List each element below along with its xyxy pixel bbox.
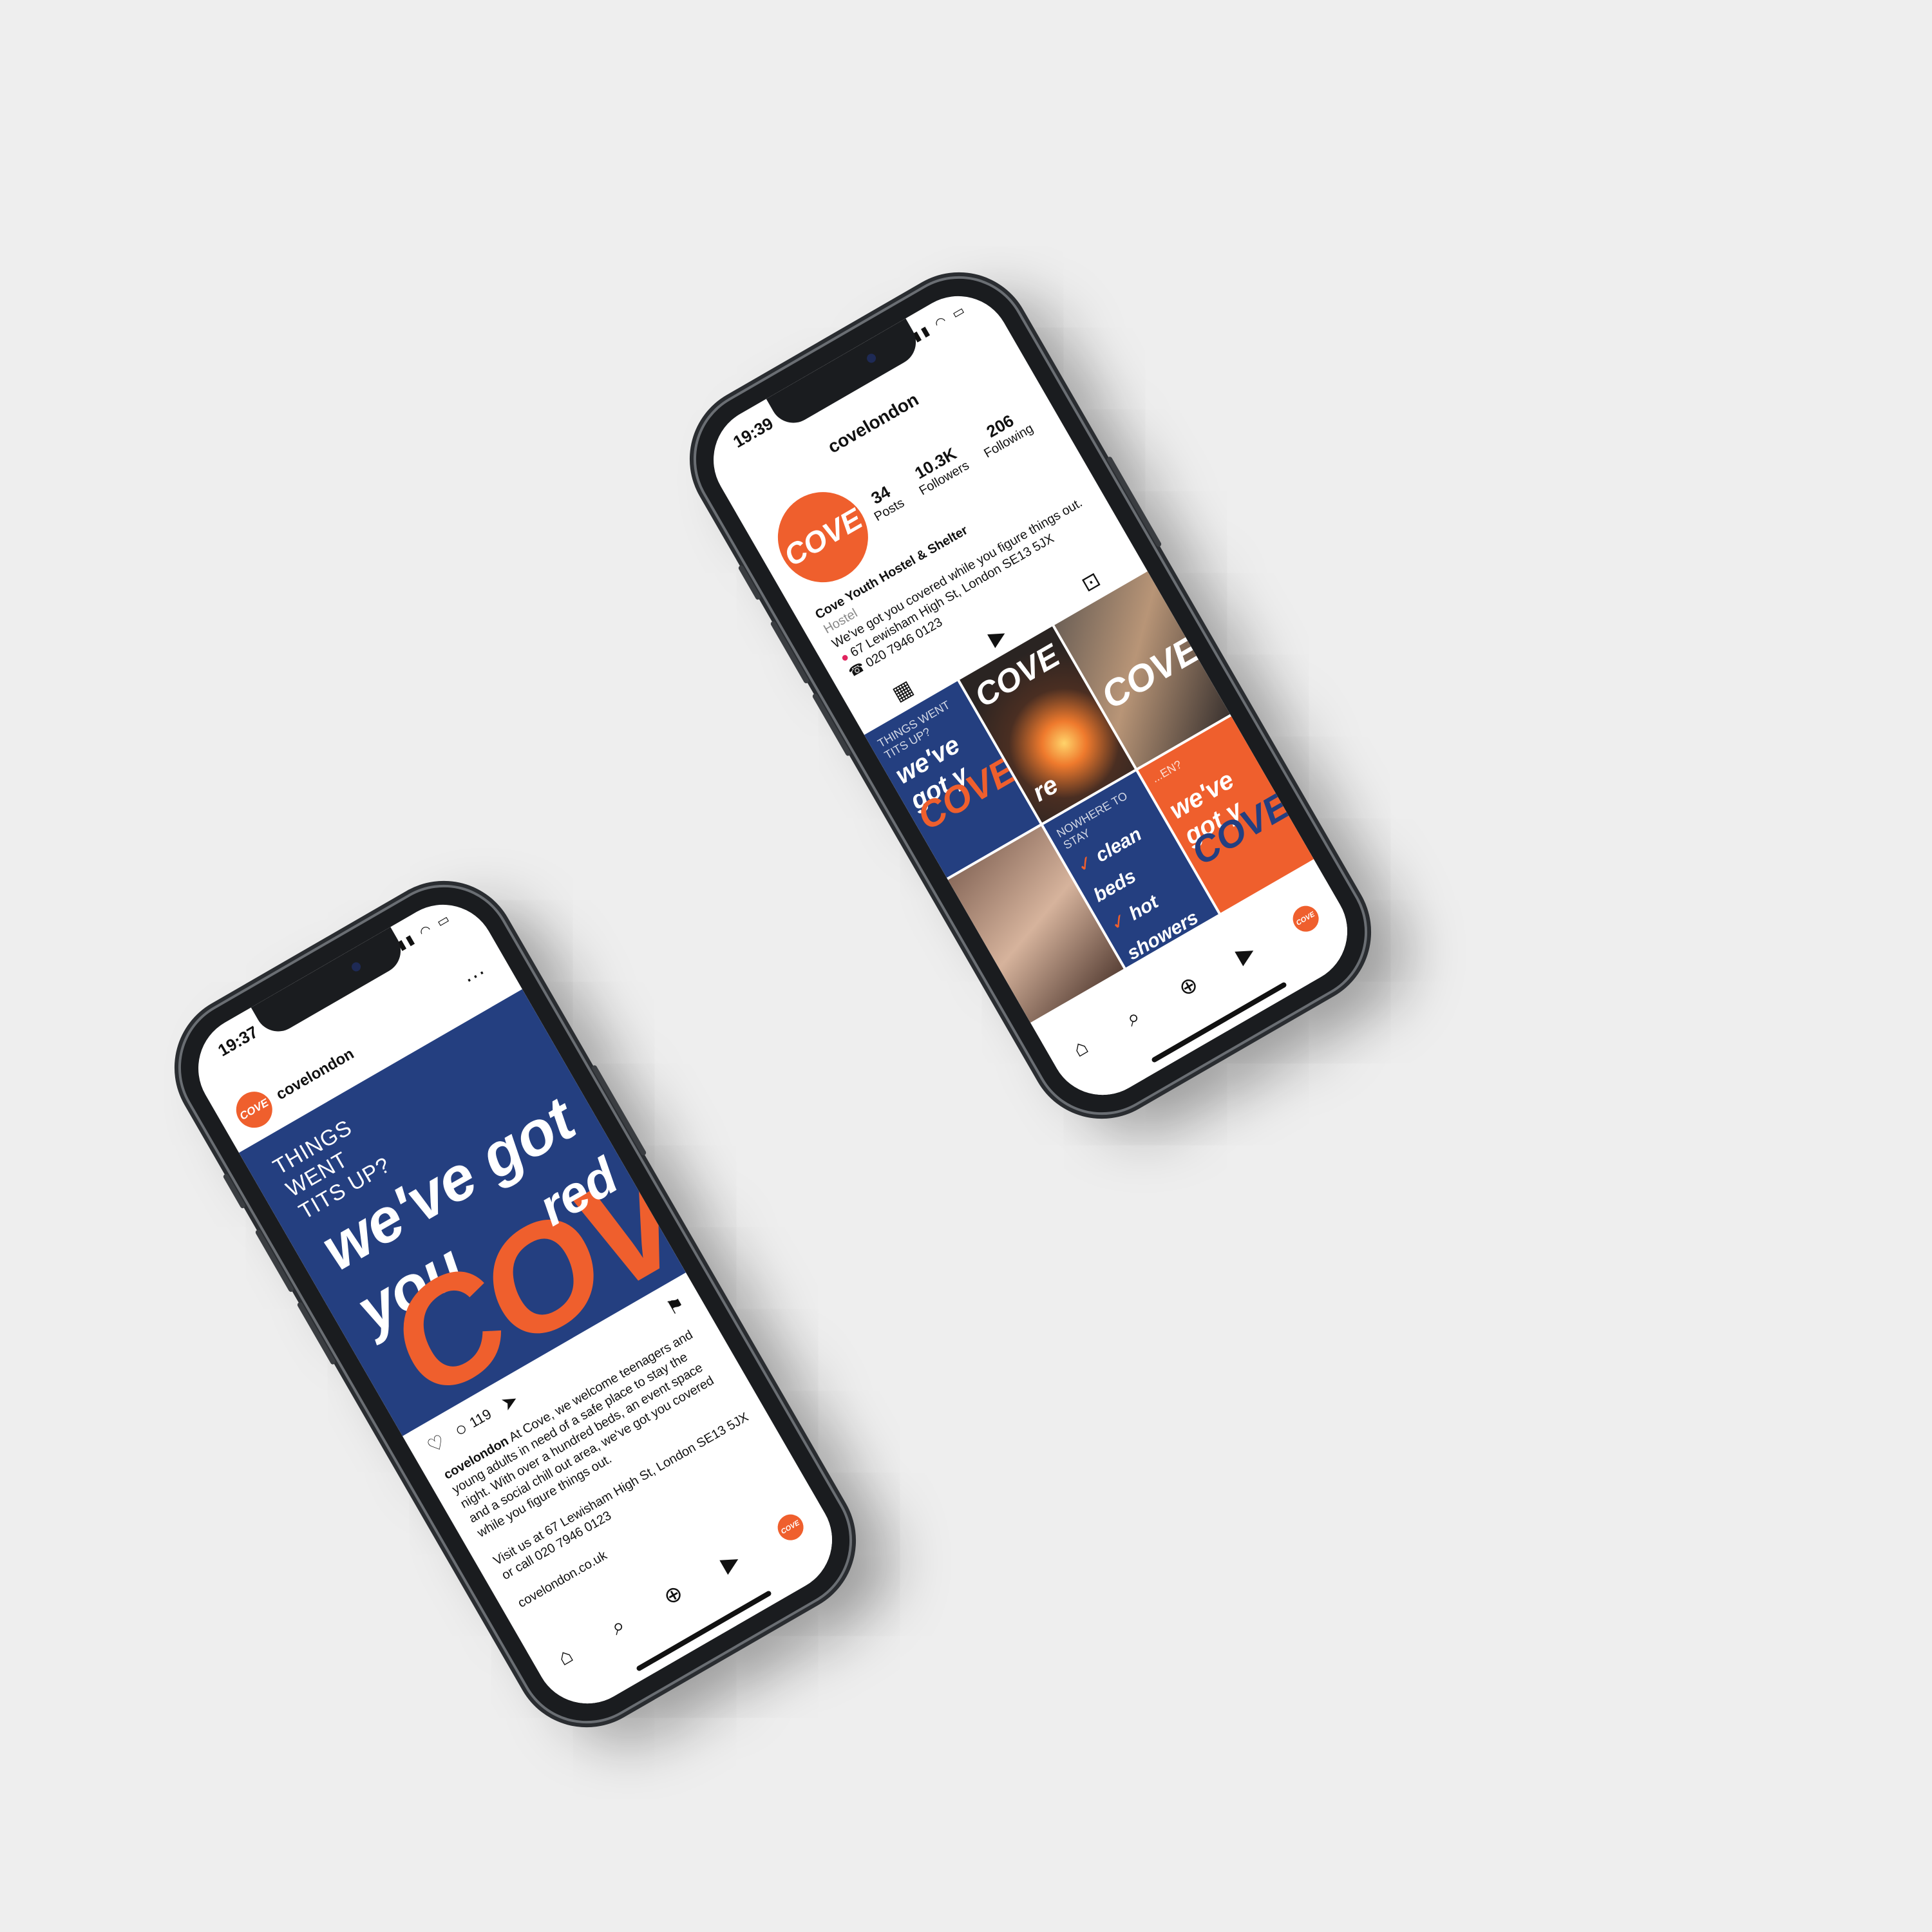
comment-count: 119	[466, 1405, 495, 1431]
profile-nav-avatar[interactable]: COVE	[1287, 901, 1323, 937]
status-icons: ▮▮ ◠ ▭	[394, 909, 454, 953]
reels-nav-icon[interactable]: ▶	[1232, 938, 1260, 969]
stat-following[interactable]: 206 Following	[972, 404, 1036, 461]
post-avatar[interactable]: COVE	[229, 1084, 279, 1135]
status-icons: ▮▮ ◠ ▭	[909, 301, 969, 345]
share-icon[interactable]: ➤	[497, 1388, 522, 1416]
tagged-icon[interactable]: ⊡	[1077, 567, 1104, 596]
tile-small-text: ...EN?	[1150, 757, 1184, 786]
post-screen: 19:37 ▮▮ ◠ ▭ COVE covelondon ··· THINGS …	[179, 885, 851, 1723]
tile-cove-text: COVE	[1094, 628, 1208, 717]
home-icon[interactable]: ⌂	[1068, 1034, 1092, 1063]
create-post-icon[interactable]: ⊕	[659, 1579, 688, 1611]
search-icon[interactable]: ⌕	[1122, 1004, 1145, 1032]
wifi-icon: ◠	[417, 921, 437, 940]
camera-dot	[865, 352, 878, 365]
tile-script-text: re	[1027, 770, 1063, 808]
more-options-icon[interactable]: ···	[459, 960, 491, 992]
status-time: 19:39	[730, 413, 777, 452]
post-phone: 19:37 ▮▮ ◠ ▭ COVE covelondon ··· THINGS …	[156, 862, 875, 1746]
status-time: 19:37	[214, 1021, 261, 1061]
home-icon[interactable]: ⌂	[553, 1643, 577, 1671]
notch	[251, 927, 410, 1040]
reels-nav-icon[interactable]: ▶	[717, 1547, 744, 1578]
profile-screen: 19:39 ▮▮ ◠ ▭ covelondon COVE 34 Posts 10.…	[694, 276, 1367, 1115]
profile-phone: 19:39 ▮▮ ◠ ▭ covelondon COVE 34 Posts 10.…	[671, 254, 1390, 1137]
reels-icon[interactable]: ▶	[984, 621, 1010, 650]
stat-followers[interactable]: 10.3K Followers	[907, 441, 972, 499]
battery-icon: ▭	[949, 301, 970, 322]
search-icon[interactable]: ⌕	[607, 1613, 630, 1640]
stat-posts[interactable]: 34 Posts	[862, 478, 907, 525]
wifi-icon: ◠	[932, 312, 952, 332]
bookmark-icon[interactable]: ⚑	[663, 1292, 689, 1320]
create-post-icon[interactable]: ⊕	[1174, 971, 1203, 1002]
mute-switch	[222, 1173, 247, 1209]
battery-icon: ▭	[434, 910, 455, 931]
grid-icon[interactable]: ▦	[888, 675, 917, 706]
mute-switch	[737, 564, 762, 601]
profile-nav-avatar[interactable]: COVE	[772, 1510, 808, 1546]
camera-dot	[350, 960, 363, 973]
like-icon[interactable]: ♡	[423, 1430, 450, 1458]
